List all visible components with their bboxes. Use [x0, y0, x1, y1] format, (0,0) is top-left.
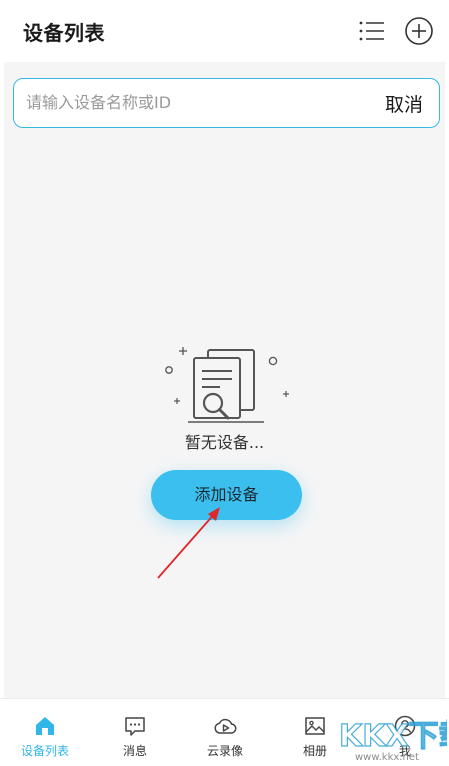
tab-label: 消息 [122, 744, 147, 758]
tab-label: 相册 [302, 744, 327, 758]
tab-cloud-recording[interactable]: 云录像 [180, 699, 270, 766]
search-input[interactable] [26, 79, 356, 126]
plus-circle-icon[interactable] [404, 16, 434, 46]
top-bar: 设备列表 [0, 0, 449, 62]
empty-state-text: 暂无设备... [184, 433, 265, 452]
search-bar: 取消 [13, 78, 440, 128]
picture-icon [305, 717, 325, 735]
user-icon [394, 715, 416, 737]
tab-messages[interactable]: 消息 [90, 699, 180, 766]
home-icon [36, 717, 54, 735]
tab-label: 云录像 [206, 744, 243, 758]
message-icon [125, 717, 145, 736]
cancel-button[interactable]: 取消 [385, 90, 423, 117]
page-title: 设备列表 [23, 21, 105, 45]
tab-label: 设备列表 [20, 744, 69, 758]
list-icon[interactable] [356, 16, 386, 46]
document-search-icon [165, 347, 289, 423]
cloud-play-icon [214, 718, 237, 734]
annotation-arrow-icon [157, 507, 220, 579]
tab-album[interactable]: 相册 [270, 699, 360, 766]
watermark-url: www.kkx.net [355, 752, 419, 763]
tab-device-list[interactable]: 设备列表 [0, 699, 90, 766]
